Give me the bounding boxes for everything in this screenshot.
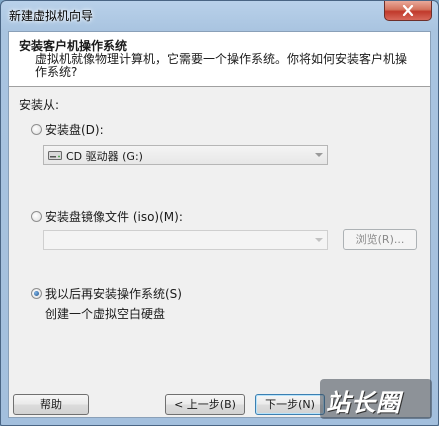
help-button[interactable]: 帮助 xyxy=(13,394,89,415)
iso-path-combo[interactable] xyxy=(43,230,328,250)
title-bar[interactable]: 新建虚拟机向导 xyxy=(1,1,438,31)
drive-select-value: CD 驱动器 (G:) xyxy=(66,150,143,163)
browse-button[interactable]: 浏览(R)... xyxy=(343,229,417,250)
chevron-down-icon xyxy=(315,238,323,242)
site-watermark: 站长圈 xyxy=(320,379,432,419)
later-note: 创建一个虚拟空白硬盘 xyxy=(45,307,166,321)
install-from-label: 安装从: xyxy=(19,98,60,112)
disc-radio[interactable] xyxy=(31,124,42,135)
page-description: 虚拟机就像物理计算机，它需要一个操作系统。你将如何安装客户机操作系统? xyxy=(35,52,408,79)
close-icon xyxy=(402,5,414,16)
chevron-down-icon xyxy=(315,153,323,157)
wizard-content: 安装客户机操作系统 虚拟机就像物理计算机，它需要一个操作系统。你将如何安装客户机… xyxy=(8,31,431,418)
wizard-header: 安装客户机操作系统 虚拟机就像物理计算机，它需要一个操作系统。你将如何安装客户机… xyxy=(9,32,430,87)
new-vm-wizard-window: 新建虚拟机向导 安装客户机操作系统 虚拟机就像物理计算机，它需要一个操作系统。你… xyxy=(0,0,439,426)
back-button[interactable]: < 上一步(B) xyxy=(165,394,245,415)
later-radio-label[interactable]: 我以后再安装操作系统(S) xyxy=(45,285,182,302)
iso-radio-label[interactable]: 安装盘镜像文件 (iso)(M): xyxy=(45,208,183,225)
close-button[interactable] xyxy=(384,1,432,21)
disc-radio-label[interactable]: 安装盘(D): xyxy=(45,121,104,138)
cd-drive-icon xyxy=(48,151,62,160)
later-radio[interactable] xyxy=(31,288,42,299)
window-title: 新建虚拟机向导 xyxy=(9,9,94,23)
drive-select[interactable]: CD 驱动器 (G:) xyxy=(43,145,328,165)
iso-radio[interactable] xyxy=(31,211,42,222)
watermark-text: 站长圈 xyxy=(326,389,401,417)
next-button[interactable]: 下一步(N) xyxy=(255,394,325,415)
